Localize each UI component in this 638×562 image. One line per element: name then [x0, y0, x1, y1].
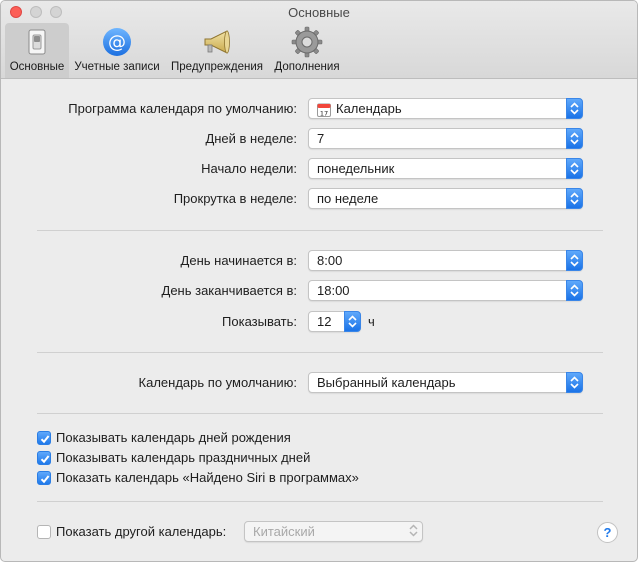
scroll-in-week-label: Прокрутка в неделе: — [173, 191, 297, 206]
tab-accounts[interactable]: @ Учетные записи — [69, 23, 165, 78]
popup-stepper-icon — [406, 521, 423, 542]
tab-alerts-label: Предупреждения — [171, 61, 263, 73]
popup-stepper-icon — [566, 188, 583, 209]
day-end-label: День заканчивается в: — [161, 283, 297, 298]
calendar-app-icon: 17 — [317, 103, 331, 117]
show-hours-value: 12 — [317, 314, 332, 329]
help-button[interactable]: ? — [597, 522, 618, 543]
tab-alerts[interactable]: Предупреждения — [165, 23, 269, 78]
calendar-app-icon-day: 17 — [320, 109, 328, 117]
show-other-calendar-label[interactable]: Показать другой календарь: — [56, 524, 226, 539]
at-sign-icon: @ — [103, 28, 131, 56]
checkmark-icon — [40, 435, 50, 444]
tab-general[interactable]: Основные — [5, 23, 69, 78]
day-end-popup[interactable]: 18:00 — [308, 280, 583, 301]
gear-icon — [291, 26, 323, 58]
default-calendar-value: Выбранный календарь — [317, 375, 456, 390]
popup-stepper-icon — [566, 98, 583, 119]
megaphone-icon — [204, 30, 230, 54]
show-birthdays-checkbox[interactable] — [37, 431, 51, 445]
switch-icon — [28, 29, 46, 55]
tab-advanced[interactable]: Дополнения — [269, 23, 345, 78]
days-per-week-label: Дней в неделе: — [205, 131, 297, 146]
divider — [37, 352, 603, 353]
show-other-calendar-checkbox[interactable] — [37, 525, 51, 539]
default-app-text: Календарь — [336, 101, 402, 116]
show-hours-unit: ч — [368, 314, 375, 329]
default-app-label: Программа календаря по умолчанию: — [68, 101, 297, 116]
other-calendar-popup[interactable]: Китайский — [244, 521, 423, 542]
default-calendar-popup[interactable]: Выбранный календарь — [308, 372, 583, 393]
popup-stepper-icon — [566, 158, 583, 179]
other-calendar-value: Китайский — [253, 524, 315, 539]
window-title: Основные — [288, 5, 350, 20]
checkmark-icon — [40, 475, 50, 484]
toolbar: Основные Основные @ Учетные записи Преду… — [1, 1, 637, 79]
days-per-week-value: 7 — [317, 131, 325, 146]
week-start-label: Начало недели: — [201, 161, 297, 176]
show-holidays-checkbox[interactable] — [37, 451, 51, 465]
show-holidays-label[interactable]: Показывать календарь праздничных дней — [56, 450, 310, 465]
tab-advanced-label: Дополнения — [274, 61, 340, 73]
scroll-in-week-value: по неделе — [317, 191, 379, 206]
show-birthdays-label[interactable]: Показывать календарь дней рождения — [56, 430, 291, 445]
default-app-value: 17 Календарь — [317, 101, 402, 117]
svg-text:@: @ — [108, 32, 126, 53]
week-start-value: понедельник — [317, 161, 395, 176]
default-app-popup[interactable]: 17 Календарь — [308, 98, 583, 119]
tab-accounts-label: Учетные записи — [74, 61, 160, 73]
scroll-in-week-popup[interactable]: по неделе — [308, 188, 583, 209]
show-hours-label: Показывать: — [222, 314, 297, 329]
popup-stepper-icon — [344, 311, 361, 332]
divider — [37, 230, 603, 231]
preferences-window: Основные Основные @ Учетные записи Преду… — [0, 0, 638, 562]
default-calendar-label: Календарь по умолчанию: — [138, 375, 297, 390]
day-start-popup[interactable]: 8:00 — [308, 250, 583, 271]
show-siri-found-checkbox[interactable] — [37, 471, 51, 485]
days-per-week-popup[interactable]: 7 — [308, 128, 583, 149]
week-start-popup[interactable]: понедельник — [308, 158, 583, 179]
show-hours-popup[interactable]: 12 — [308, 311, 361, 332]
day-start-value: 8:00 — [317, 253, 343, 268]
checkmark-icon — [40, 455, 50, 464]
show-siri-found-label[interactable]: Показать календарь «Найдено Siri в прогр… — [56, 470, 359, 485]
popup-stepper-icon — [566, 372, 583, 393]
divider — [37, 501, 603, 502]
divider — [37, 413, 603, 414]
day-end-value: 18:00 — [317, 283, 350, 298]
day-start-label: День начинается в: — [180, 253, 297, 268]
popup-stepper-icon — [566, 128, 583, 149]
popup-stepper-icon — [566, 280, 583, 301]
tab-general-label: Основные — [9, 61, 65, 73]
popup-stepper-icon — [566, 250, 583, 271]
